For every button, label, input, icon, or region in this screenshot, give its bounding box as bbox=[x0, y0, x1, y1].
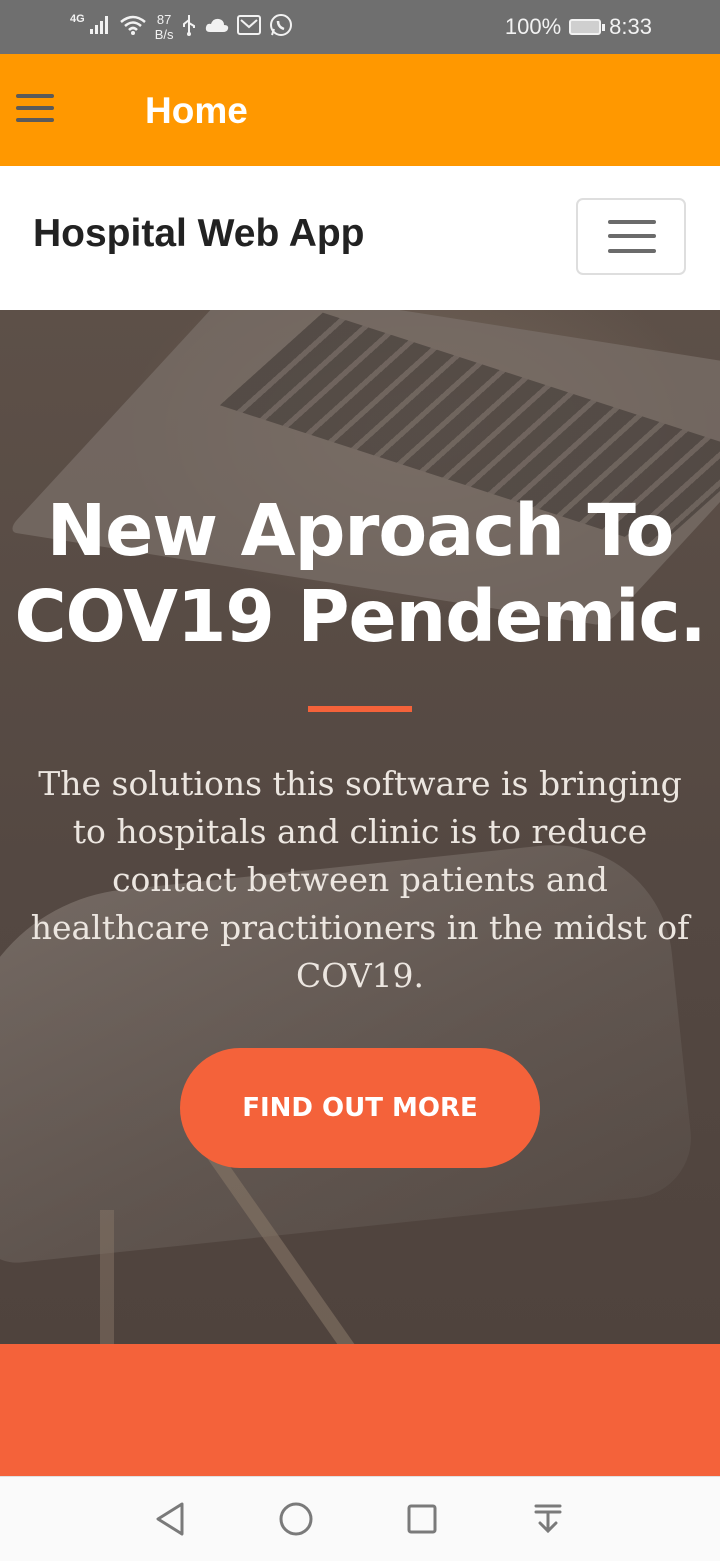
site-navbar: Hospital Web App bbox=[0, 166, 720, 310]
find-out-more-button[interactable]: FIND OUT MORE bbox=[180, 1048, 540, 1168]
status-icons-right: 100% 8:33 bbox=[505, 10, 652, 44]
data-speed-value: 87 bbox=[156, 12, 172, 27]
data-speed: 87 B/s bbox=[155, 12, 174, 42]
signal-icon bbox=[89, 15, 111, 40]
status-bar: 4G 87 B/s 100% 8:33 bbox=[0, 0, 720, 54]
home-icon[interactable] bbox=[274, 1497, 318, 1541]
battery-icon bbox=[569, 19, 606, 35]
recents-icon[interactable] bbox=[400, 1497, 444, 1541]
status-icons-left: 4G 87 B/s bbox=[70, 10, 293, 44]
back-icon[interactable] bbox=[148, 1497, 192, 1541]
cloud-icon bbox=[205, 17, 229, 38]
toggler-bar-icon bbox=[608, 234, 656, 238]
hero-title: New Aproach To COV19 Pendemic. bbox=[0, 488, 720, 660]
system-nav-bar bbox=[0, 1476, 720, 1561]
site-brand-link[interactable]: Hospital Web App bbox=[33, 212, 365, 256]
clock: 8:33 bbox=[609, 14, 652, 39]
mail-icon bbox=[237, 14, 262, 40]
toggler-bar-icon bbox=[608, 220, 656, 224]
hamburger-menu-icon[interactable] bbox=[16, 94, 56, 126]
toggler-bar-icon bbox=[608, 249, 656, 253]
whatsapp-icon bbox=[269, 13, 293, 42]
app-bar: Home bbox=[0, 54, 720, 166]
network-type: 4G bbox=[70, 13, 85, 25]
data-speed-unit: B/s bbox=[154, 27, 174, 42]
notification-pull-icon[interactable] bbox=[526, 1497, 570, 1541]
about-section bbox=[0, 1344, 720, 1476]
hero-title-line: New Aproach To bbox=[46, 489, 675, 572]
hero-section: New Aproach To COV19 Pendemic. The solut… bbox=[0, 310, 720, 1344]
battery-percent: 100% bbox=[504, 14, 562, 39]
hero-description: The solutions this software is bringing … bbox=[30, 764, 690, 995]
app-bar-title: Home bbox=[145, 90, 248, 131]
wifi-icon bbox=[119, 14, 147, 41]
usb-icon bbox=[181, 14, 197, 41]
navbar-toggler-button[interactable] bbox=[576, 198, 686, 275]
hero-divider bbox=[308, 706, 412, 712]
hero-title-line: COV19 Pendemic. bbox=[14, 575, 706, 658]
